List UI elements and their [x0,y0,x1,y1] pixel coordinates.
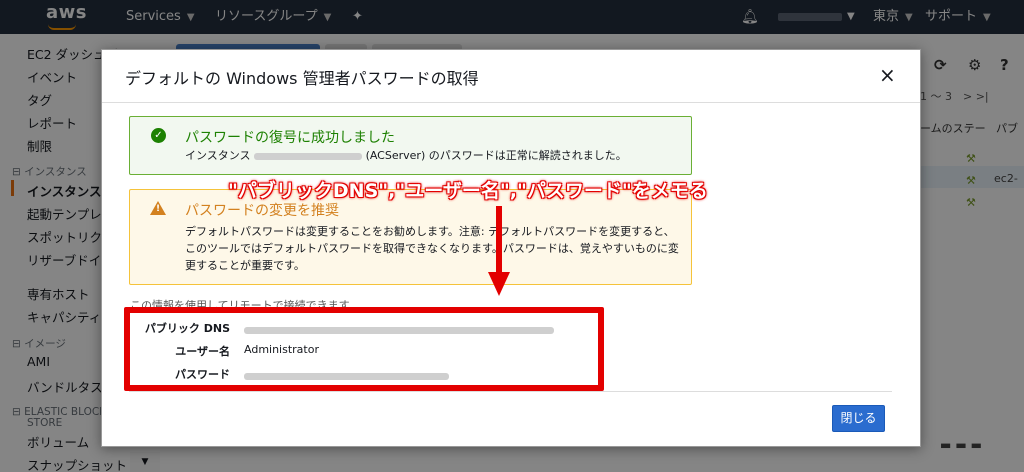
divider [102,102,920,103]
close-icon[interactable]: × [879,63,896,87]
close-button[interactable]: 閉じる [832,405,885,432]
annotation-arrow [496,206,502,274]
warning-body: デフォルトパスワードは変更することをお勧めします。注意: デフォルトパスワードを… [185,225,679,272]
success-body: インスタンス (ACServer) のパスワードは正常に解読されました。 [185,147,627,164]
success-body-prefix: インスタンス [185,149,251,162]
divider [129,391,892,392]
success-body-suffix: (ACServer) のパスワードは正常に解読されました。 [365,149,627,162]
success-title: パスワードの復号に成功しました [185,130,395,146]
instance-id-redacted [254,152,363,160]
success-alert: ✓ パスワードの復号に成功しました インスタンス (ACServer) のパスワ… [129,116,692,175]
warning-title: パスワードの変更を推奨 [185,203,339,219]
warning-icon: ! [150,201,166,215]
dialog-title: デフォルトの Windows 管理者パスワードの取得 [125,69,479,88]
warning-alert: ! パスワードの変更を推奨 デフォルトパスワードは変更することをお勧めします。注… [129,189,692,285]
annotation-arrow-head [488,272,510,296]
check-circle-icon: ✓ [151,128,166,143]
highlight-box [124,307,604,391]
annotation-text: "パブリックDNS","ユーザー名","パスワード"をメモる [228,180,708,202]
